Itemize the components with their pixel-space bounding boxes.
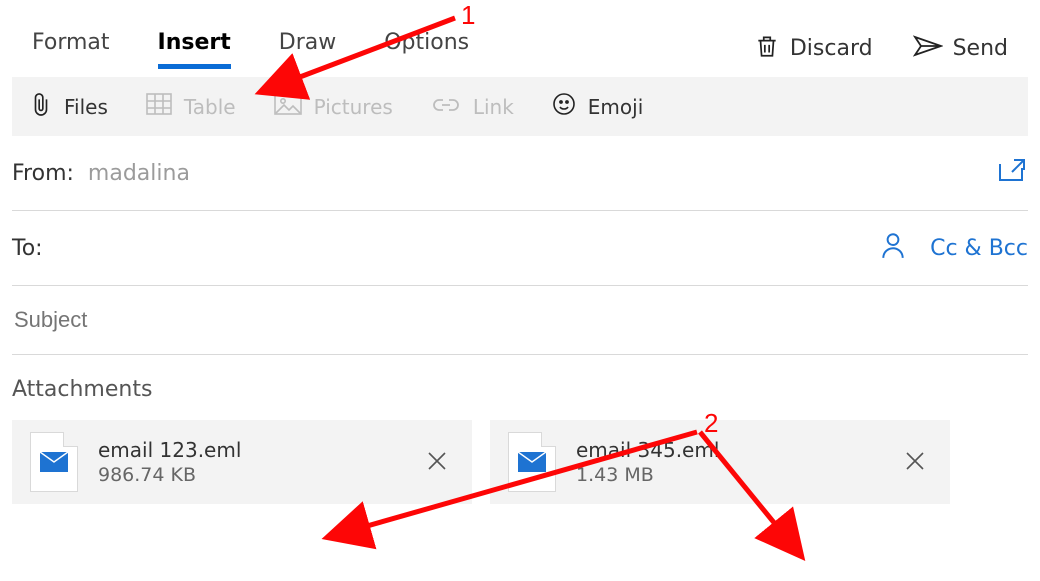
insert-files-button[interactable]: Files xyxy=(30,91,108,122)
discard-label: Discard xyxy=(790,36,873,61)
subject-row[interactable] xyxy=(12,286,1028,355)
send-button[interactable]: Send xyxy=(913,34,1008,64)
tab-actions: Discard Send xyxy=(754,32,1008,66)
compose-area: From: madalina To: Cc & Bcc Attachme xyxy=(0,136,1040,420)
send-icon xyxy=(913,34,943,64)
attachment-meta: email 123.eml 986.74 KB xyxy=(98,438,241,486)
remove-attachment-button[interactable] xyxy=(420,445,454,480)
send-label: Send xyxy=(953,36,1008,61)
subject-input[interactable] xyxy=(12,306,1028,334)
table-icon xyxy=(146,93,172,120)
insert-emoji-button[interactable]: Emoji xyxy=(552,92,643,121)
attachment-item[interactable]: email 123.eml 986.74 KB xyxy=(12,420,472,504)
tab-draw[interactable]: Draw xyxy=(279,30,336,67)
insert-link-label: Link xyxy=(473,95,514,119)
attachment-name: email 345.eml xyxy=(576,438,719,462)
cc-bcc-button[interactable]: Cc & Bcc xyxy=(930,236,1028,261)
from-row: From: madalina xyxy=(12,136,1028,211)
insert-pictures-button[interactable]: Pictures xyxy=(274,93,393,120)
tab-list: Format Insert Draw Options xyxy=(32,30,469,67)
remove-attachment-button[interactable] xyxy=(898,445,932,480)
from-label: From: xyxy=(12,161,74,186)
to-label: To: xyxy=(12,236,72,261)
attachment-size: 986.74 KB xyxy=(98,464,241,486)
trash-icon xyxy=(754,32,780,66)
insert-emoji-label: Emoji xyxy=(588,95,643,119)
emoji-icon xyxy=(552,92,576,121)
attachment-name: email 123.eml xyxy=(98,438,241,462)
file-icon xyxy=(30,432,78,492)
link-icon xyxy=(431,95,461,119)
insert-table-button[interactable]: Table xyxy=(146,93,236,120)
tab-insert[interactable]: Insert xyxy=(158,30,231,67)
attachment-meta: email 345.eml 1.43 MB xyxy=(576,438,719,486)
insert-toolbar: Files Table Pictures Link xyxy=(12,77,1028,136)
picture-icon xyxy=(274,93,302,120)
to-actions: Cc & Bcc xyxy=(880,231,1028,265)
file-icon xyxy=(508,432,556,492)
from-value[interactable]: madalina xyxy=(88,161,190,186)
insert-pictures-label: Pictures xyxy=(314,95,393,119)
paperclip-icon xyxy=(30,91,52,122)
attachments-label: Attachments xyxy=(12,355,1028,420)
insert-link-button[interactable]: Link xyxy=(431,95,514,119)
to-row[interactable]: To: Cc & Bcc xyxy=(12,211,1028,286)
contacts-icon[interactable] xyxy=(880,231,906,265)
insert-table-label: Table xyxy=(184,95,236,119)
attachment-item[interactable]: email 345.eml 1.43 MB xyxy=(490,420,950,504)
discard-button[interactable]: Discard xyxy=(754,32,873,66)
tab-bar: Format Insert Draw Options Discard Send xyxy=(0,0,1040,67)
attachment-size: 1.43 MB xyxy=(576,464,719,486)
insert-files-label: Files xyxy=(64,95,108,119)
tab-format[interactable]: Format xyxy=(32,30,110,67)
popout-icon[interactable] xyxy=(996,156,1028,190)
tab-options[interactable]: Options xyxy=(384,30,469,67)
attachments-list: email 123.eml 986.74 KB email 345.eml 1.… xyxy=(0,420,1040,518)
